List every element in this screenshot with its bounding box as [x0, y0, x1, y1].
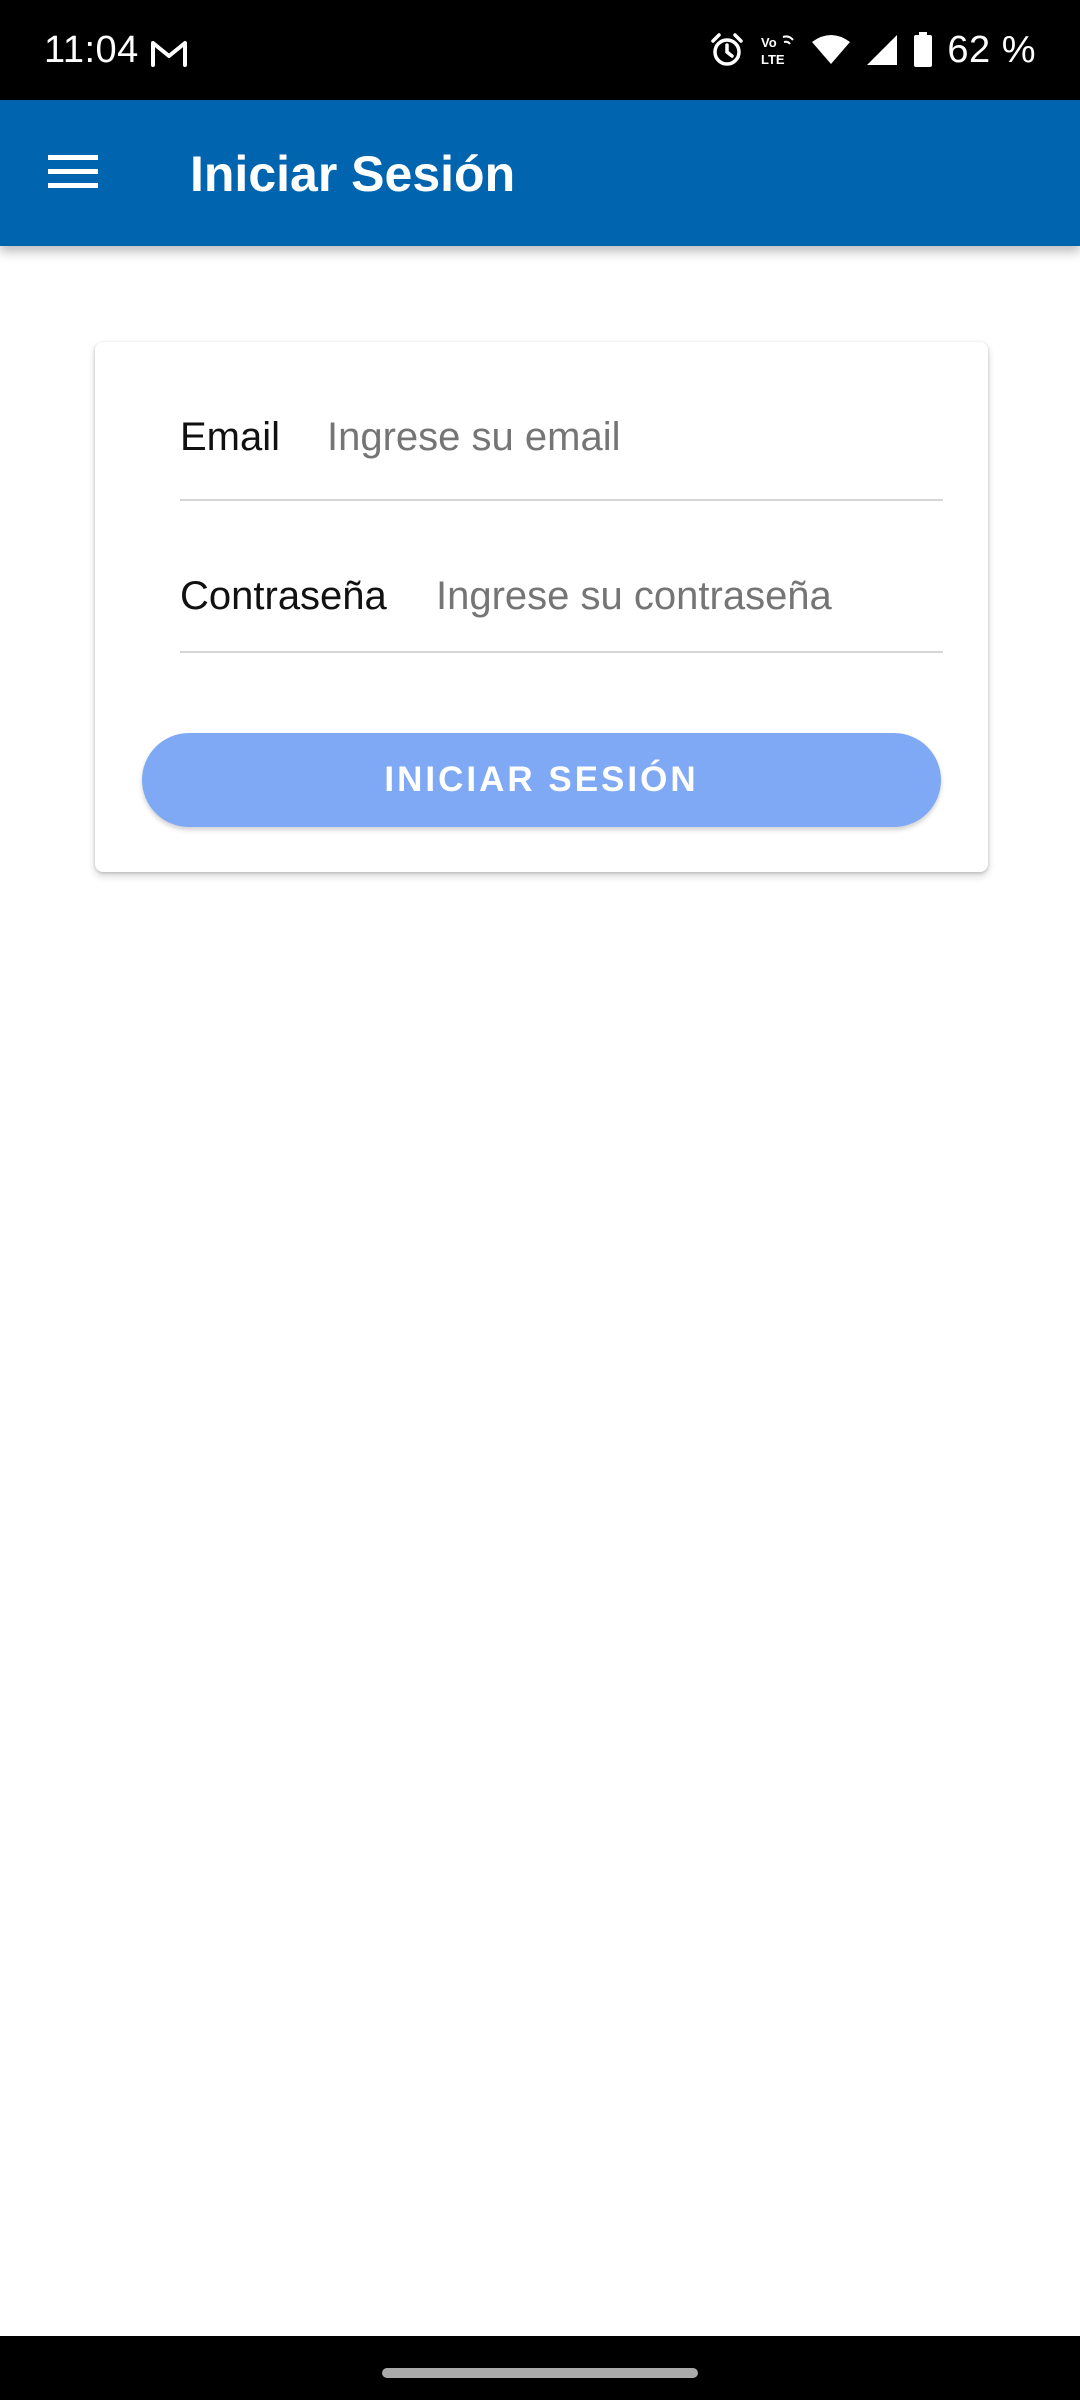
- app-bar: Iniciar Sesión: [0, 100, 1080, 246]
- password-label: Contraseña: [180, 574, 387, 618]
- menu-button[interactable]: [40, 140, 106, 206]
- gmail-icon: [150, 38, 188, 68]
- email-field[interactable]: [327, 409, 927, 465]
- password-field[interactable]: [436, 568, 936, 624]
- svg-text:LTE: LTE: [761, 52, 785, 67]
- alarm-icon: [709, 32, 745, 68]
- status-icons: Vo LTE 62 %: [709, 28, 1036, 72]
- login-card: Email Contraseña INICIAR SESIÓN: [95, 342, 988, 872]
- volte-icon: Vo LTE: [759, 32, 797, 68]
- menu-icon: [48, 153, 98, 194]
- status-bar: 11:04 Vo LTE 62 %: [0, 0, 1080, 100]
- email-label: Email: [180, 415, 281, 459]
- wifi-icon: [811, 34, 851, 66]
- cell-signal-icon: [865, 33, 899, 67]
- home-gesture-handle[interactable]: [382, 2368, 698, 2378]
- email-field-row: Email: [180, 342, 943, 501]
- battery-icon: [913, 32, 933, 68]
- status-time: 11:04: [44, 29, 139, 71]
- navigation-bar: [0, 2336, 1080, 2400]
- battery-percentage: 62 %: [947, 29, 1036, 71]
- password-field-row: Contraseña: [180, 501, 943, 653]
- svg-text:Vo: Vo: [761, 35, 777, 50]
- page-title: Iniciar Sesión: [190, 146, 516, 202]
- login-button[interactable]: INICIAR SESIÓN: [142, 733, 941, 827]
